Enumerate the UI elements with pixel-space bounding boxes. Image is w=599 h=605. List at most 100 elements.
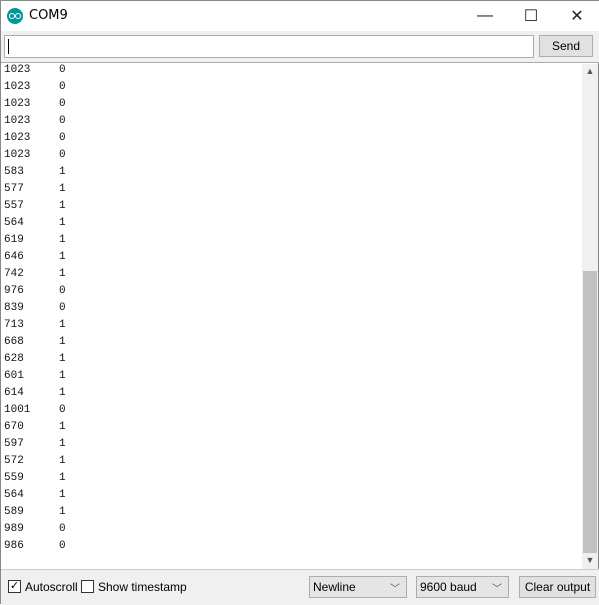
analog-value: 668 [4, 336, 24, 348]
analog-value: 1023 [4, 98, 31, 110]
arduino-logo-icon [7, 8, 23, 24]
analog-value: 742 [4, 268, 24, 280]
output-line: 839 0 [4, 302, 66, 319]
output-line: 742 1 [4, 268, 66, 285]
analog-value: 601 [4, 370, 24, 382]
text-caret [8, 39, 9, 54]
analog-value: 1023 [4, 64, 31, 76]
analog-value: 976 [4, 285, 24, 297]
digital-value: 1 [59, 217, 66, 229]
digital-value: 0 [59, 81, 66, 93]
digital-value: 1 [59, 370, 66, 382]
digital-value: 1 [59, 234, 66, 246]
digital-value: 1 [59, 472, 66, 484]
digital-value: 0 [59, 285, 66, 297]
digital-value: 0 [59, 64, 66, 76]
show-timestamp-checkbox[interactable] [81, 580, 94, 593]
output-line: 577 1 [4, 183, 66, 200]
output-line: 572 1 [4, 455, 66, 472]
output-line: 1023 0 [4, 149, 66, 166]
serial-input[interactable] [4, 35, 534, 58]
analog-value: 713 [4, 319, 24, 331]
digital-value: 1 [59, 438, 66, 450]
autoscroll-label: Autoscroll [25, 580, 78, 594]
close-button[interactable]: ✕ [554, 1, 599, 31]
output-line: 668 1 [4, 336, 66, 353]
show-timestamp-label: Show timestamp [98, 580, 187, 594]
autoscroll-checkbox[interactable]: ✓ [8, 580, 21, 593]
output-line: 583 1 [4, 166, 66, 183]
digital-value: 1 [59, 387, 66, 399]
send-bar: Send [1, 31, 599, 63]
digital-value: 1 [59, 183, 66, 195]
output-line: 559 1 [4, 472, 66, 489]
maximize-button[interactable]: ☐ [508, 1, 554, 31]
output-line: 557 1 [4, 200, 66, 217]
digital-value: 1 [59, 319, 66, 331]
output-line: 1023 0 [4, 81, 66, 98]
analog-value: 619 [4, 234, 24, 246]
analog-value: 986 [4, 540, 24, 552]
scroll-down-icon[interactable]: ▼ [582, 555, 598, 569]
analog-value: 564 [4, 489, 24, 501]
title-bar: COM9 — ☐ ✕ [1, 1, 599, 31]
output-line: 614 1 [4, 387, 66, 404]
clear-output-button[interactable]: Clear output [519, 576, 596, 598]
minimize-button[interactable]: — [462, 1, 508, 31]
digital-value: 0 [59, 302, 66, 314]
analog-value: 589 [4, 506, 24, 518]
line-ending-value: Newline [313, 580, 356, 594]
analog-value: 564 [4, 217, 24, 229]
output-line: 713 1 [4, 319, 66, 336]
window-title: COM9 [29, 8, 68, 23]
analog-value: 1001 [4, 404, 31, 416]
footer-bar: ✓ Autoscroll Show timestamp Newline ﹀ 960… [1, 569, 599, 605]
output-line: 1001 0 [4, 404, 66, 421]
analog-value: 1023 [4, 115, 31, 127]
analog-value: 989 [4, 523, 24, 535]
analog-value: 572 [4, 455, 24, 467]
output-line: 1023 0 [4, 64, 66, 81]
analog-value: 559 [4, 472, 24, 484]
output-line: 989 0 [4, 523, 66, 540]
digital-value: 1 [59, 336, 66, 348]
output-line: 1023 0 [4, 115, 66, 132]
analog-value: 1023 [4, 132, 31, 144]
digital-value: 1 [59, 268, 66, 280]
send-button[interactable]: Send [539, 35, 593, 57]
chevron-down-icon: ﹀ [492, 584, 502, 595]
analog-value: 670 [4, 421, 24, 433]
digital-value: 0 [59, 523, 66, 535]
baud-rate-select[interactable]: 9600 baud ﹀ [416, 576, 509, 598]
output-line: 628 1 [4, 353, 66, 370]
output-line: 646 1 [4, 251, 66, 268]
digital-value: 0 [59, 115, 66, 127]
digital-value: 1 [59, 489, 66, 501]
analog-value: 614 [4, 387, 24, 399]
output-line: 670 1 [4, 421, 66, 438]
digital-value: 1 [59, 506, 66, 518]
scrollbar-thumb[interactable] [583, 271, 597, 553]
output-line: 601 1 [4, 370, 66, 387]
digital-value: 1 [59, 455, 66, 467]
analog-value: 597 [4, 438, 24, 450]
digital-value: 1 [59, 251, 66, 263]
scroll-up-icon[interactable]: ▲ [582, 66, 598, 80]
output-line: 619 1 [4, 234, 66, 251]
output-line: 564 1 [4, 489, 66, 506]
output-line: 1023 0 [4, 132, 66, 149]
output-line: 589 1 [4, 506, 66, 523]
analog-value: 577 [4, 183, 24, 195]
analog-value: 646 [4, 251, 24, 263]
analog-value: 1023 [4, 149, 31, 161]
chevron-down-icon: ﹀ [390, 584, 400, 595]
output-line: 1023 0 [4, 98, 66, 115]
line-ending-select[interactable]: Newline ﹀ [309, 576, 407, 598]
digital-value: 1 [59, 353, 66, 365]
analog-value: 557 [4, 200, 24, 212]
digital-value: 1 [59, 200, 66, 212]
digital-value: 0 [59, 98, 66, 110]
vertical-scrollbar[interactable]: ▲ ▼ [582, 64, 598, 569]
digital-value: 0 [59, 540, 66, 552]
output-line: 986 0 [4, 540, 66, 557]
